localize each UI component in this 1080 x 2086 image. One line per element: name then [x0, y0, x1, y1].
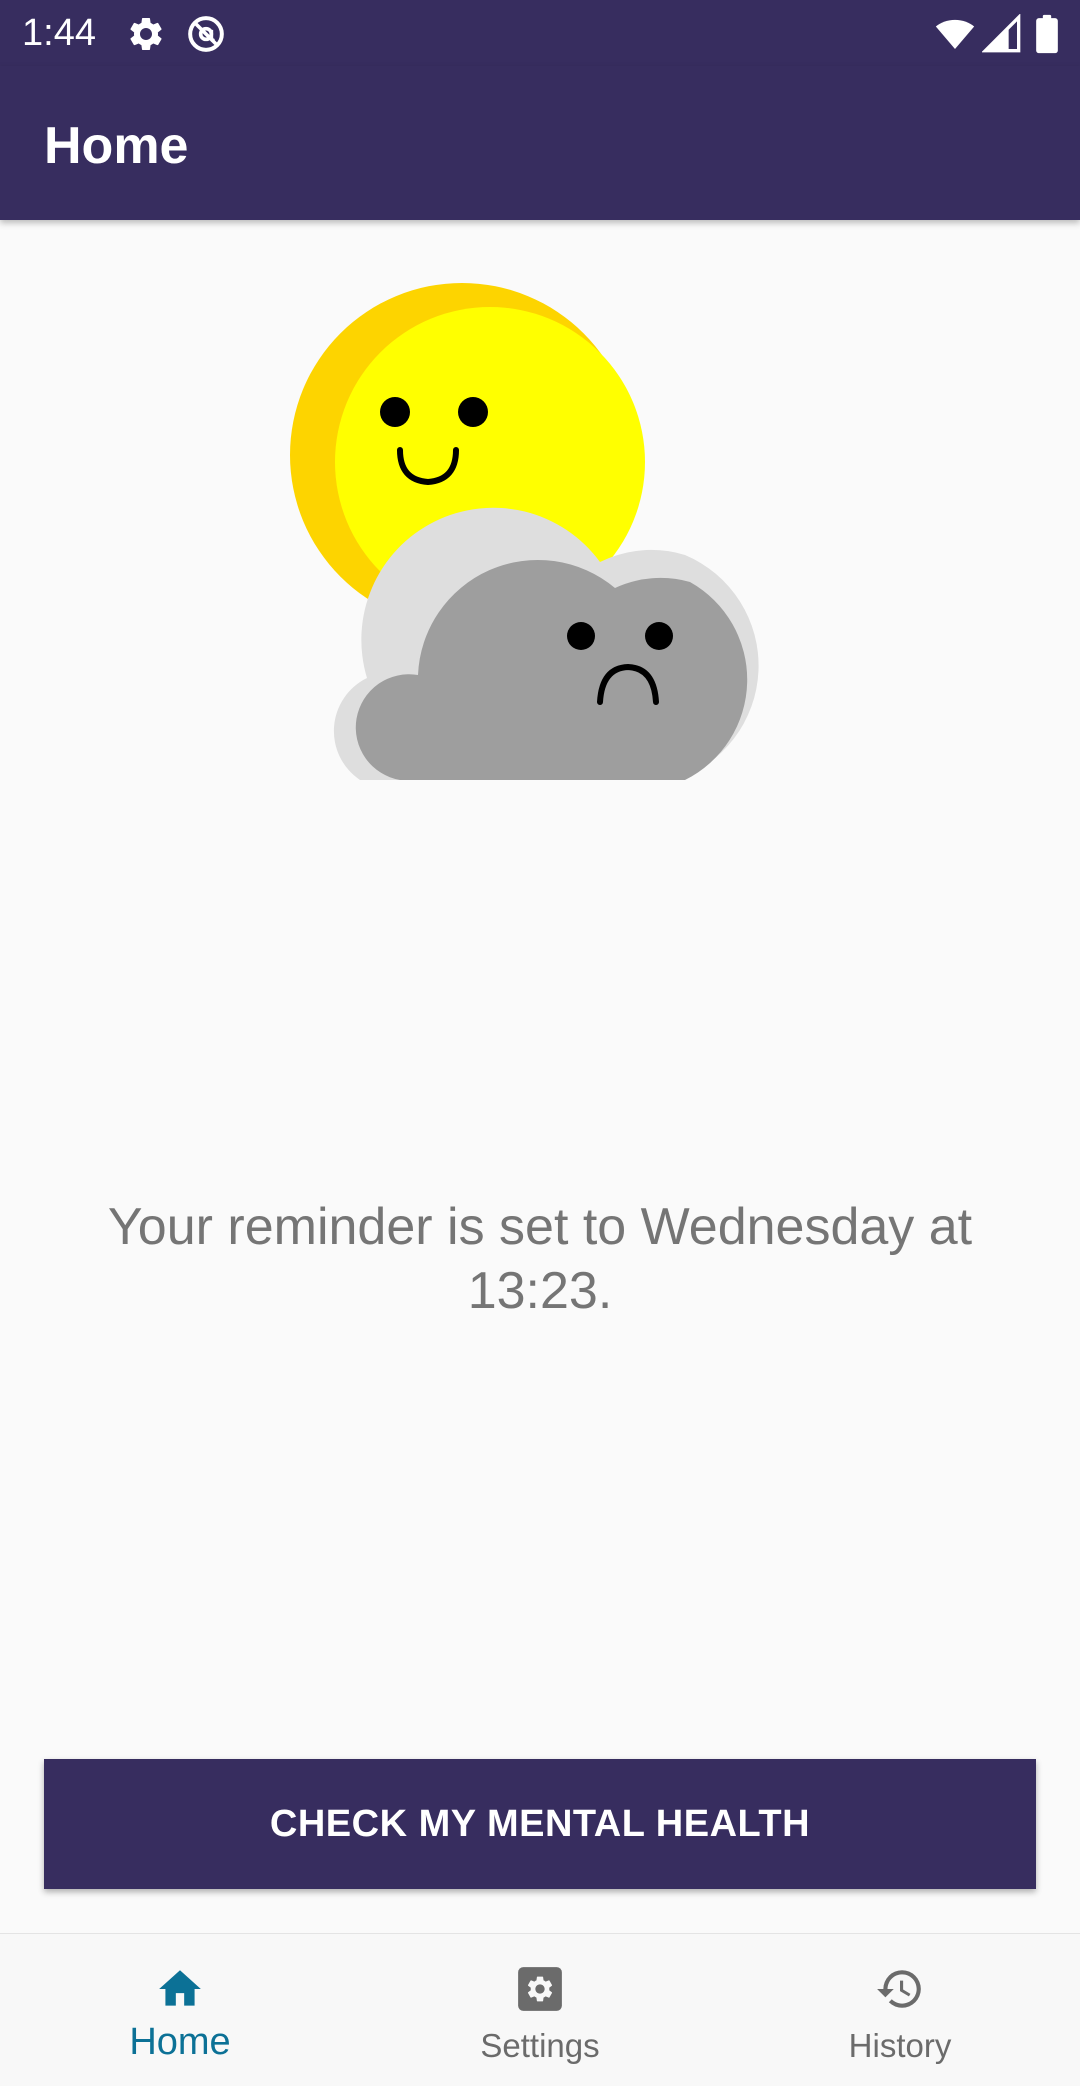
nav-item-settings[interactable]: Settings [360, 1934, 720, 2086]
app-bar: Home [0, 66, 1080, 220]
gear-icon [518, 1967, 562, 2011]
nav-label-settings: Settings [480, 2027, 600, 2064]
sun-and-cloud-illustration [290, 283, 759, 780]
reminder-text: Your reminder is set to Wednesday at 13:… [107, 1198, 973, 1320]
page-title: Home [44, 117, 189, 175]
home-icon [159, 1970, 201, 2006]
gear-icon [130, 17, 162, 50]
nav-item-home[interactable]: Home [0, 1934, 360, 2086]
at-sign-icon [188, 16, 224, 52]
wifi-icon [935, 19, 975, 49]
bottom-nav: Home Settings History [0, 1933, 1080, 2086]
history-icon [877, 1970, 921, 2008]
nav-item-history[interactable]: History [720, 1934, 1080, 2086]
nav-label-history: History [848, 2027, 952, 2064]
signal-icon [982, 14, 1021, 53]
battery-icon [1036, 14, 1058, 54]
status-bar: 1:44 [0, 0, 1080, 66]
status-time: 1:44 [22, 12, 96, 54]
check-mental-health-button[interactable]: CHECK MY MENTAL HEALTH [44, 1759, 1036, 1889]
nav-label-home: Home [129, 2021, 231, 2063]
